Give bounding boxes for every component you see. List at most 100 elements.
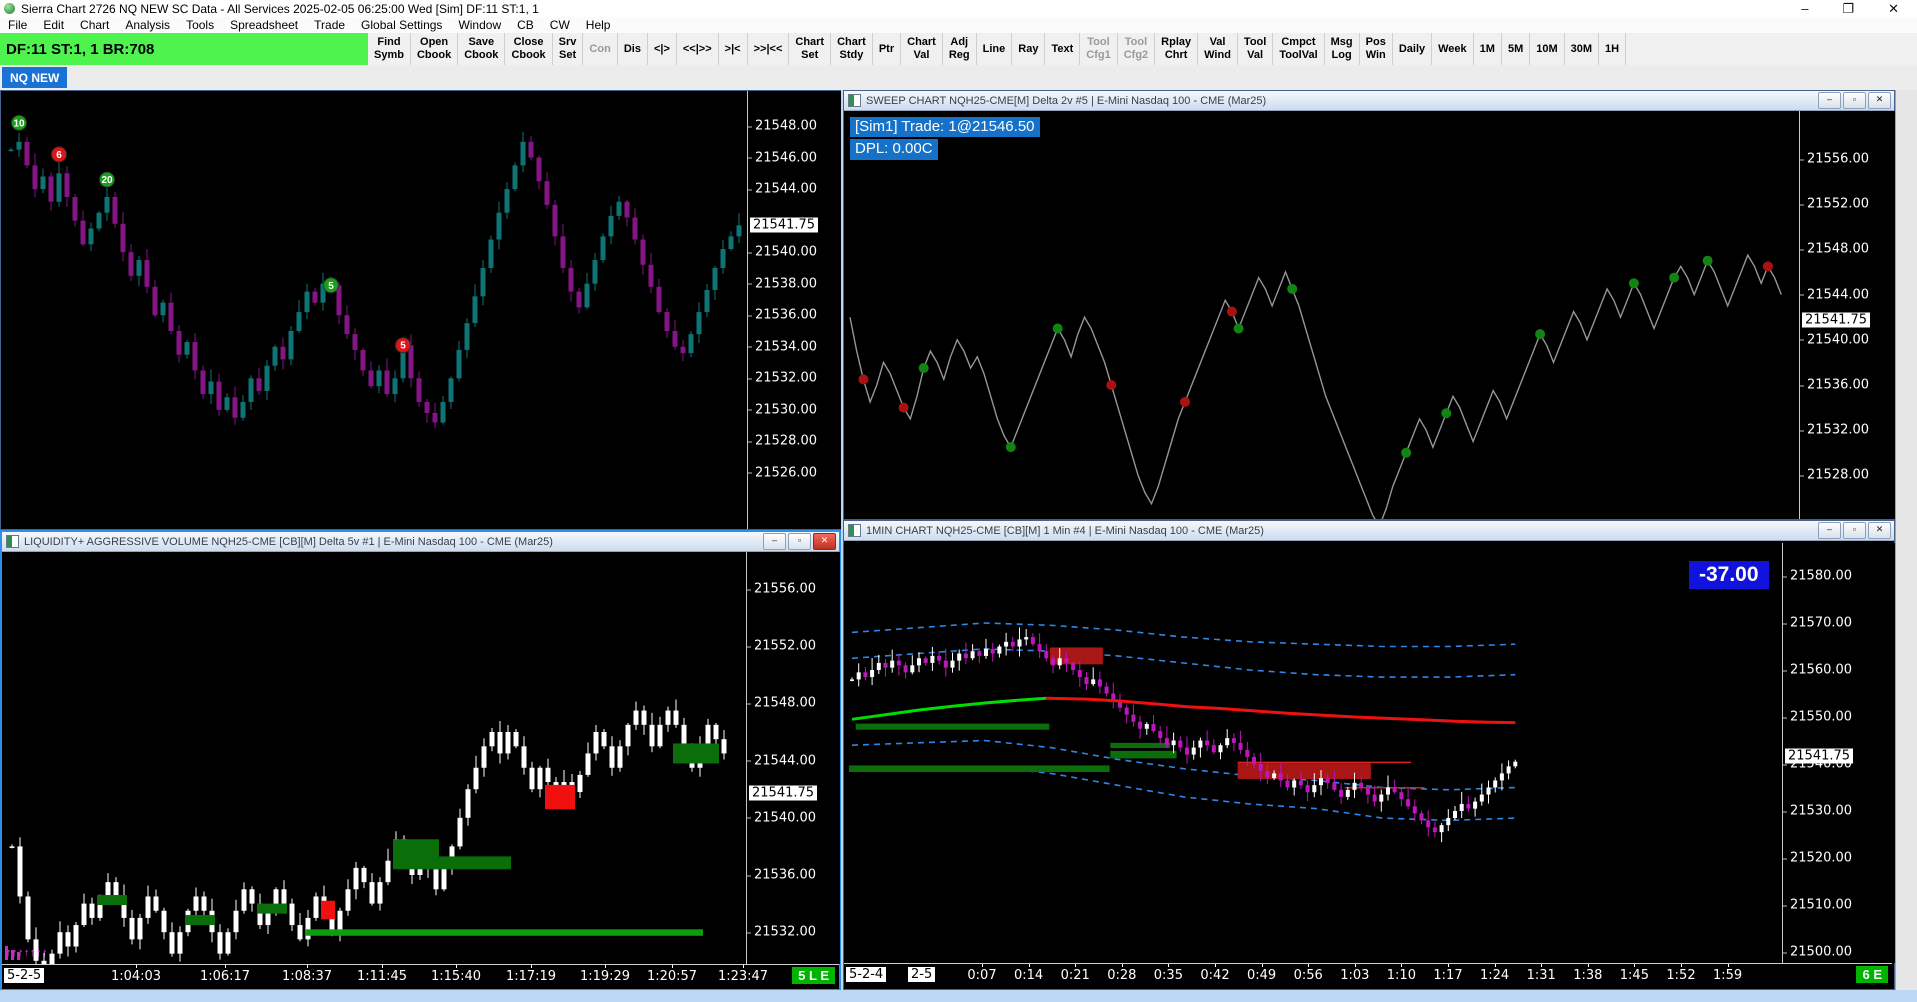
toolbar-button-position-window[interactable]: Pos Win <box>1360 33 1393 65</box>
window-liquidity-chart: LIQUIDITY+ AGGRESSIVE VOLUME NQH25-CME [… <box>0 530 841 990</box>
1min-titlebar[interactable]: 1MIN CHART NQH25-CME [CB][M] 1 Min #4 | … <box>844 521 1894 541</box>
toolbar-button-tool-values[interactable]: Tool Val <box>1238 33 1274 65</box>
toolbar-button-tf-30m[interactable]: 30M <box>1565 33 1600 65</box>
sweep-signal-dot <box>1762 261 1773 272</box>
price-tick: 21580.00 <box>1782 568 1853 584</box>
sweep-titlebar[interactable]: SWEEP CHART NQH25-CME[M] Delta 2v #5 | E… <box>844 91 1894 111</box>
sweep-minimize-button[interactable]: – <box>1818 92 1841 109</box>
toolbar-button-chart-settings[interactable]: Chart Set <box>789 33 832 65</box>
toolbar-button-replay-chart[interactable]: Rplay Chrt <box>1155 33 1199 65</box>
toolbar-button-close-chartbook[interactable]: Close Cbook <box>505 33 553 65</box>
menu-item-help[interactable]: Help <box>578 18 619 32</box>
liquidity-minimize-button[interactable]: – <box>763 533 786 550</box>
liquidity-title: LIQUIDITY+ AGGRESSIVE VOLUME NQH25-CME [… <box>24 535 553 548</box>
toolbar-button-chart-values[interactable]: Chart Val <box>901 33 943 65</box>
sweep-signal-dot <box>1226 306 1237 317</box>
liquidity-price-scale[interactable]: 21556.00 21552.00 21548.00 21544.00 21540.00… <box>746 552 840 964</box>
price-tick: 21560.00 <box>1782 662 1853 678</box>
1min-chart-plot[interactable] <box>844 543 1782 963</box>
time-tick: 1:04:03 <box>86 965 186 984</box>
menu-item-tools[interactable]: Tools <box>178 18 222 32</box>
toolbar-button-narrow-bars[interactable]: >|< <box>719 33 748 65</box>
1min-price-scale[interactable]: 21580.00 21570.00 21560.00 21550.00 21540.00… <box>1782 543 1895 963</box>
toolbar-button-chart-studies[interactable]: Chart Stdy <box>831 33 873 65</box>
toolbar-button-tf-1h[interactable]: 1H <box>1599 33 1627 65</box>
toolbar-button-line-tool[interactable]: Line <box>977 33 1013 65</box>
toolbar-button-tf-week[interactable]: Week <box>1432 33 1474 65</box>
liquidity-close-button[interactable]: ✕ <box>813 533 836 550</box>
toolbar-button-server-settings[interactable]: Srv Set <box>553 33 584 65</box>
toolbar-button-message-log[interactable]: Msg Log <box>1325 33 1360 65</box>
toolbar-button-increase-spacing[interactable]: <<|>> <box>677 33 719 65</box>
toolbar-button-decrease-spacing[interactable]: <|> <box>648 33 677 65</box>
app-close-button[interactable]: ✕ <box>1888 1 1899 17</box>
app-minimize-button[interactable]: – <box>1801 1 1808 17</box>
price-tick: 21538.00 <box>747 276 818 292</box>
price-tick: 21510.00 <box>1782 897 1853 913</box>
sweep-title: SWEEP CHART NQH25-CME[M] Delta 2v #5 | E… <box>866 94 1267 107</box>
sweep-window-icon <box>848 94 861 107</box>
1min-window-icon <box>848 524 861 537</box>
price-tick: 21556.00 <box>1799 151 1870 167</box>
top-left-price-scale[interactable]: 21548.00 21546.00 21544.00 21540.00 21538.00… <box>747 91 841 529</box>
menu-item-chart[interactable]: Chart <box>72 18 117 32</box>
toolbar-button-pointer[interactable]: Ptr <box>873 33 902 65</box>
svg-text:6: 6 <box>56 150 62 161</box>
toolbar-button-tf-5m[interactable]: 5M <box>1502 33 1531 65</box>
window-1min-chart: 1MIN CHART NQH25-CME [CB][M] 1 Min #4 | … <box>843 520 1895 990</box>
toolbar-button-compact-tool-values[interactable]: Cmpct ToolVal <box>1273 33 1325 65</box>
menu-item-global-settings[interactable]: Global Settings <box>353 18 450 32</box>
toolbar-button-find-symbol[interactable]: Find Symb <box>368 33 411 65</box>
sweep-signal-dot <box>1669 272 1680 283</box>
1min-maximize-button[interactable]: ▫ <box>1843 522 1866 539</box>
sweep-close-button[interactable]: ✕ <box>1868 92 1891 109</box>
date-label: 5-2-5 <box>4 968 45 983</box>
svg-text:20: 20 <box>101 175 113 186</box>
toolbar-button-tool-config-1: Tool Cfg1 <box>1080 33 1118 65</box>
1min-time-axis[interactable]: 5-2-4 2-5 0:07 0:14 0:21 0:28 0:35 0:42 0:49 0:56… <box>844 963 1892 988</box>
workspace-scrollbar[interactable] <box>1895 90 1917 990</box>
menu-item-file[interactable]: File <box>0 18 35 32</box>
top-left-chart-plot[interactable]: 10 6 20 5 5 <box>1 91 747 529</box>
toolbar-button-adjust-region[interactable]: Adj Reg <box>943 33 977 65</box>
toolbar-button-tf-daily[interactable]: Daily <box>1393 33 1433 65</box>
toolbar-button-tf-10m[interactable]: 10M <box>1530 33 1565 65</box>
liquidity-titlebar[interactable]: LIQUIDITY+ AGGRESSIVE VOLUME NQH25-CME [… <box>2 532 839 552</box>
menu-item-spreadsheet[interactable]: Spreadsheet <box>222 18 306 32</box>
app-maximize-button[interactable]: ❐ <box>1842 1 1854 17</box>
1min-minimize-button[interactable]: – <box>1818 522 1841 539</box>
toolbar-button-tf-1m[interactable]: 1M <box>1474 33 1502 65</box>
menu-item-cw[interactable]: CW <box>542 18 578 32</box>
sweep-signal-dot <box>858 374 869 385</box>
toolbar-button-save-chartbook[interactable]: Save Cbook <box>458 33 506 65</box>
app-titlebar: Sierra Chart 2726 NQ NEW SC Data - All S… <box>0 0 1917 17</box>
toolbar-button-values-window[interactable]: Val Wind <box>1198 33 1238 65</box>
liquidity-time-axis[interactable]: 5-2-5 1:04:03 1:06:17 1:08:37 1:11:45 1:15:40… <box>2 964 839 989</box>
price-tick: 21544.00 <box>1799 287 1870 303</box>
1min-close-button[interactable]: ✕ <box>1868 522 1891 539</box>
tab-nq-new[interactable]: NQ NEW <box>2 67 68 88</box>
menu-item-cb[interactable]: CB <box>509 18 542 32</box>
price-tick: 21536.00 <box>1799 377 1870 393</box>
toolbar-button-disconnect[interactable]: Dis <box>618 33 648 65</box>
liquidity-maximize-button[interactable]: ▫ <box>788 533 811 550</box>
menu-item-window[interactable]: Window <box>450 18 509 32</box>
svg-text:10: 10 <box>13 118 25 129</box>
price-tick: 21552.00 <box>1799 196 1870 212</box>
menu-item-analysis[interactable]: Analysis <box>117 18 178 32</box>
menu-item-edit[interactable]: Edit <box>35 18 72 32</box>
liquidity-window-icon <box>6 535 19 548</box>
toolbar-button-ray-tool[interactable]: Ray <box>1012 33 1046 65</box>
sweep-price-scale[interactable]: 21556.00 21552.00 21548.00 21544.00 21540.00… <box>1799 111 1895 519</box>
liquidity-chart-plot[interactable]: ↑ ↑ ↑ ↑ ↑ ↑ ↑ <box>2 552 746 964</box>
sweep-signal-dot <box>918 363 929 374</box>
toolbar-button-text-tool[interactable]: Text <box>1045 33 1081 65</box>
sweep-chart-plot[interactable] <box>844 111 1799 519</box>
sweep-trade-info: [Sim1] Trade: 1@21546.50 DPL: 0.00C <box>850 117 1040 162</box>
toolbar-button-widen-bars[interactable]: >>|<< <box>748 33 790 65</box>
sweep-maximize-button[interactable]: ▫ <box>1843 92 1866 109</box>
menu-item-trade[interactable]: Trade <box>306 18 353 32</box>
price-tick: 21540.00 <box>1799 332 1870 348</box>
mdi-workspace: 10 6 20 5 5 21548.00 21546.00 21544.00 21540.00… <box>0 90 1917 1002</box>
toolbar-button-open-chartbook[interactable]: Open Cbook <box>411 33 459 65</box>
